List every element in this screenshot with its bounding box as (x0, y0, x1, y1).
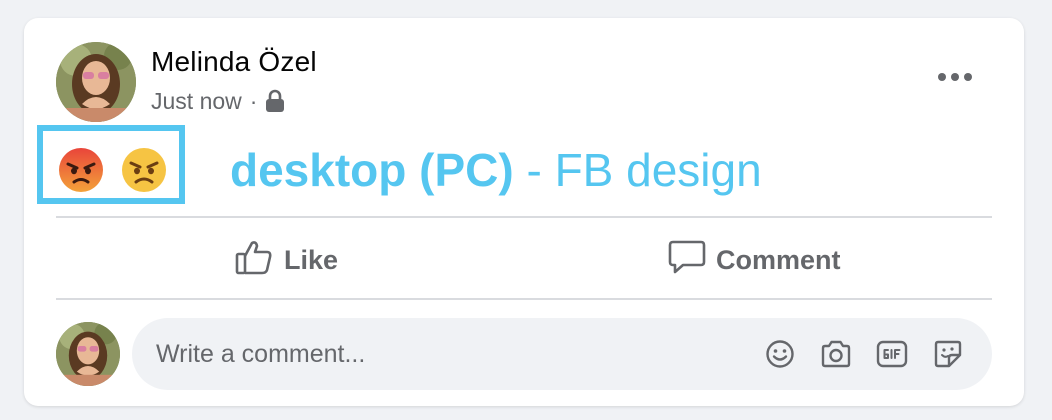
emoji-icon[interactable] (762, 336, 798, 372)
post-card: Melinda Özel Just now · desktop (PC) - F… (24, 18, 1024, 406)
like-label: Like (284, 244, 339, 275)
sticker-icon[interactable] (930, 336, 966, 372)
comment-composer (132, 318, 992, 390)
comment-button[interactable]: Comment (668, 236, 841, 284)
current-user-avatar[interactable] (56, 322, 120, 386)
like-button[interactable]: Like (234, 236, 338, 284)
more-options-icon (938, 73, 972, 81)
angry-face-icon[interactable] (57, 146, 105, 194)
caption-rest: - FB design (513, 144, 762, 196)
author-name[interactable]: Melinda Özel (151, 46, 317, 78)
annotation-caption: desktop (PC) - FB design (230, 142, 762, 198)
post-timestamp[interactable]: Just now (151, 88, 242, 115)
lock-icon[interactable] (265, 89, 285, 113)
divider (56, 298, 992, 300)
thumbs-up-icon (234, 237, 274, 284)
frowning-face-icon[interactable] (120, 146, 168, 194)
gif-icon[interactable] (874, 336, 910, 372)
camera-icon[interactable] (818, 336, 854, 372)
comment-label: Comment (716, 244, 841, 275)
divider (56, 216, 992, 218)
meta-separator: · (249, 87, 258, 114)
comment-input[interactable] (156, 318, 716, 390)
caption-bold: desktop (PC) (230, 144, 514, 196)
post-meta: Just now · (151, 88, 285, 114)
more-options-button[interactable] (930, 62, 980, 92)
author-avatar[interactable] (56, 42, 136, 122)
speech-bubble-icon (668, 238, 706, 283)
